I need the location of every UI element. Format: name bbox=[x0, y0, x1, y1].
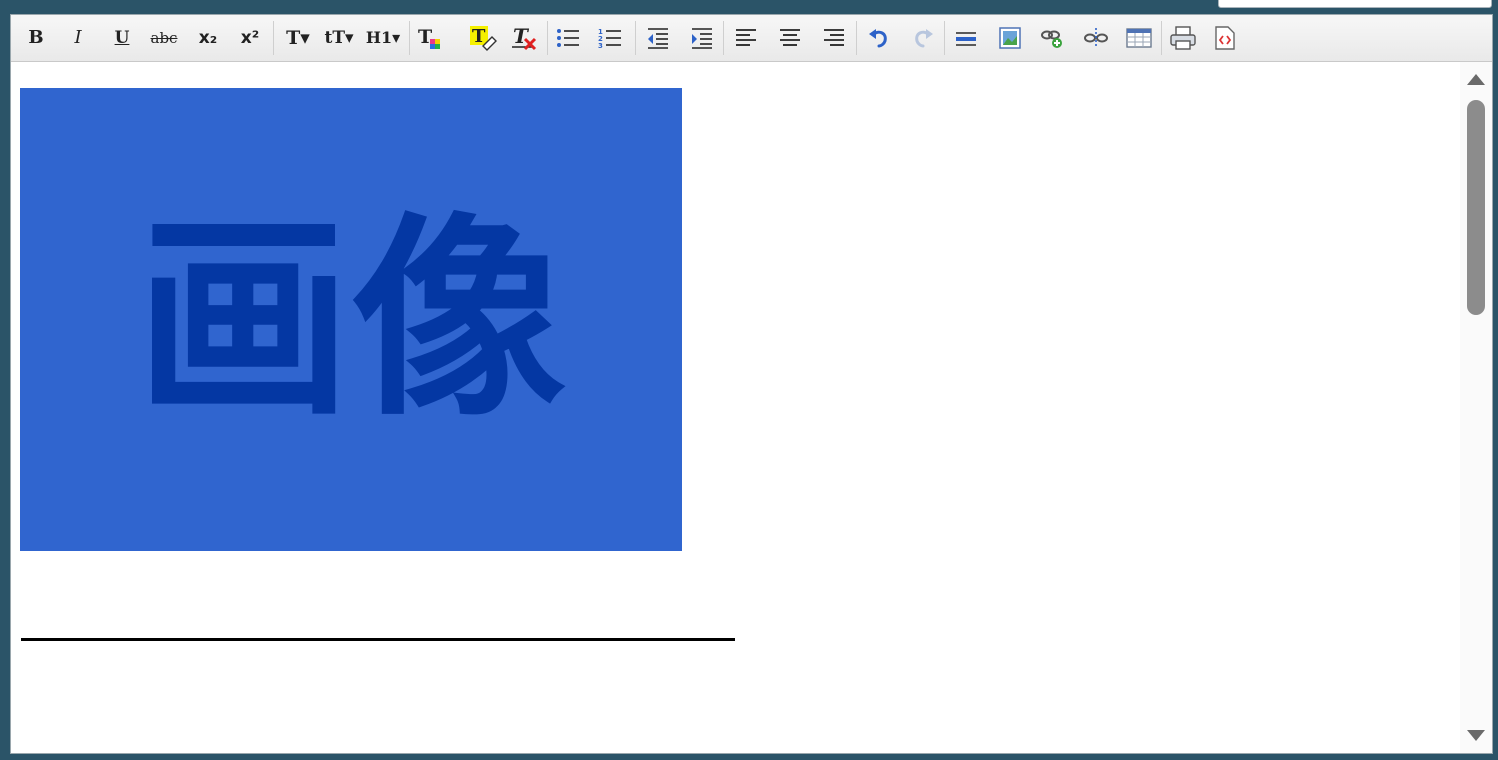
bold-icon: B bbox=[28, 27, 44, 48]
image-placeholder-text: 画像 bbox=[136, 194, 566, 445]
svg-text:T: T bbox=[513, 24, 530, 48]
indent-icon bbox=[692, 28, 712, 49]
editor-content-area[interactable]: 画像 bbox=[11, 62, 1460, 753]
align-left-icon bbox=[736, 29, 756, 46]
heading-button[interactable]: H1▾ bbox=[361, 24, 405, 52]
clear-format-icon: T bbox=[512, 24, 537, 51]
source-code-icon bbox=[1215, 26, 1235, 50]
heading-icon: H1▾ bbox=[365, 28, 401, 47]
scrollbar-thumb[interactable] bbox=[1467, 100, 1485, 315]
font-family-icon: T▾ bbox=[286, 26, 310, 49]
scroll-up-arrow-icon[interactable] bbox=[1467, 74, 1485, 85]
font-size-icon: tT▾ bbox=[324, 27, 354, 48]
table-icon bbox=[1126, 28, 1152, 48]
align-right-button[interactable] bbox=[819, 24, 849, 52]
strikethrough-button[interactable]: abc bbox=[148, 24, 180, 52]
top-search-input[interactable] bbox=[1218, 0, 1492, 8]
bold-button[interactable]: B bbox=[25, 24, 47, 52]
bullet-list-icon bbox=[557, 29, 579, 47]
insert-table-button[interactable] bbox=[1123, 24, 1155, 52]
highlight-icon: T bbox=[470, 26, 497, 51]
underline-button[interactable]: U bbox=[111, 24, 133, 52]
align-left-button[interactable] bbox=[731, 24, 761, 52]
outdent-button[interactable] bbox=[643, 24, 673, 52]
superscript-icon: x² bbox=[240, 27, 260, 48]
superscript-button[interactable]: x² bbox=[237, 24, 263, 52]
font-family-button[interactable]: T▾ bbox=[281, 24, 315, 52]
strikethrough-icon: abc bbox=[150, 28, 178, 47]
insert-image-button[interactable] bbox=[995, 24, 1025, 52]
numbered-list-icon: 1 2 3 bbox=[598, 28, 621, 50]
unlink-icon bbox=[1084, 28, 1108, 48]
clear-format-button[interactable]: T bbox=[509, 24, 541, 52]
print-icon bbox=[1170, 26, 1196, 50]
italic-icon: I bbox=[74, 27, 82, 48]
editor-toolbar: B I U abc x₂ x² T▾ tT▾ H1▾ T T T 1 2 3 bbox=[11, 15, 1492, 62]
text-color-icon: T bbox=[418, 26, 440, 49]
vertical-scrollbar[interactable] bbox=[1460, 62, 1492, 753]
source-code-button[interactable] bbox=[1211, 24, 1239, 52]
insert-link-button[interactable] bbox=[1037, 24, 1067, 52]
print-button[interactable] bbox=[1167, 24, 1199, 52]
embedded-image[interactable]: 画像 bbox=[20, 88, 682, 551]
rich-text-editor: B I U abc x₂ x² T▾ tT▾ H1▾ T T T 1 2 3 画… bbox=[10, 14, 1493, 754]
numbered-list-button[interactable]: 1 2 3 bbox=[595, 24, 625, 52]
align-center-button[interactable] bbox=[775, 24, 805, 52]
horizontal-rule-icon bbox=[956, 32, 976, 46]
align-right-icon bbox=[824, 29, 844, 46]
outdent-icon bbox=[648, 28, 668, 49]
font-size-button[interactable]: tT▾ bbox=[319, 24, 359, 52]
undo-button[interactable] bbox=[865, 24, 893, 52]
horizontal-rule-button[interactable] bbox=[951, 24, 981, 52]
horizontal-rule bbox=[21, 638, 735, 641]
link-icon bbox=[1041, 30, 1062, 48]
undo-icon bbox=[869, 29, 887, 48]
image-icon bbox=[999, 27, 1021, 49]
redo-button[interactable] bbox=[909, 24, 937, 52]
bullet-list-button[interactable] bbox=[553, 24, 583, 52]
indent-button[interactable] bbox=[687, 24, 717, 52]
subscript-icon: x₂ bbox=[198, 27, 218, 48]
align-center-icon bbox=[780, 29, 800, 46]
underline-icon: U bbox=[114, 27, 130, 48]
scroll-down-arrow-icon[interactable] bbox=[1467, 730, 1485, 741]
italic-button[interactable]: I bbox=[67, 24, 89, 52]
subscript-button[interactable]: x₂ bbox=[195, 24, 221, 52]
svg-text:T: T bbox=[472, 26, 486, 47]
highlight-button[interactable]: T bbox=[467, 24, 499, 52]
text-color-button[interactable]: T bbox=[415, 24, 445, 52]
unlink-button[interactable] bbox=[1081, 24, 1111, 52]
redo-icon bbox=[915, 29, 933, 48]
svg-text:3: 3 bbox=[598, 42, 603, 50]
